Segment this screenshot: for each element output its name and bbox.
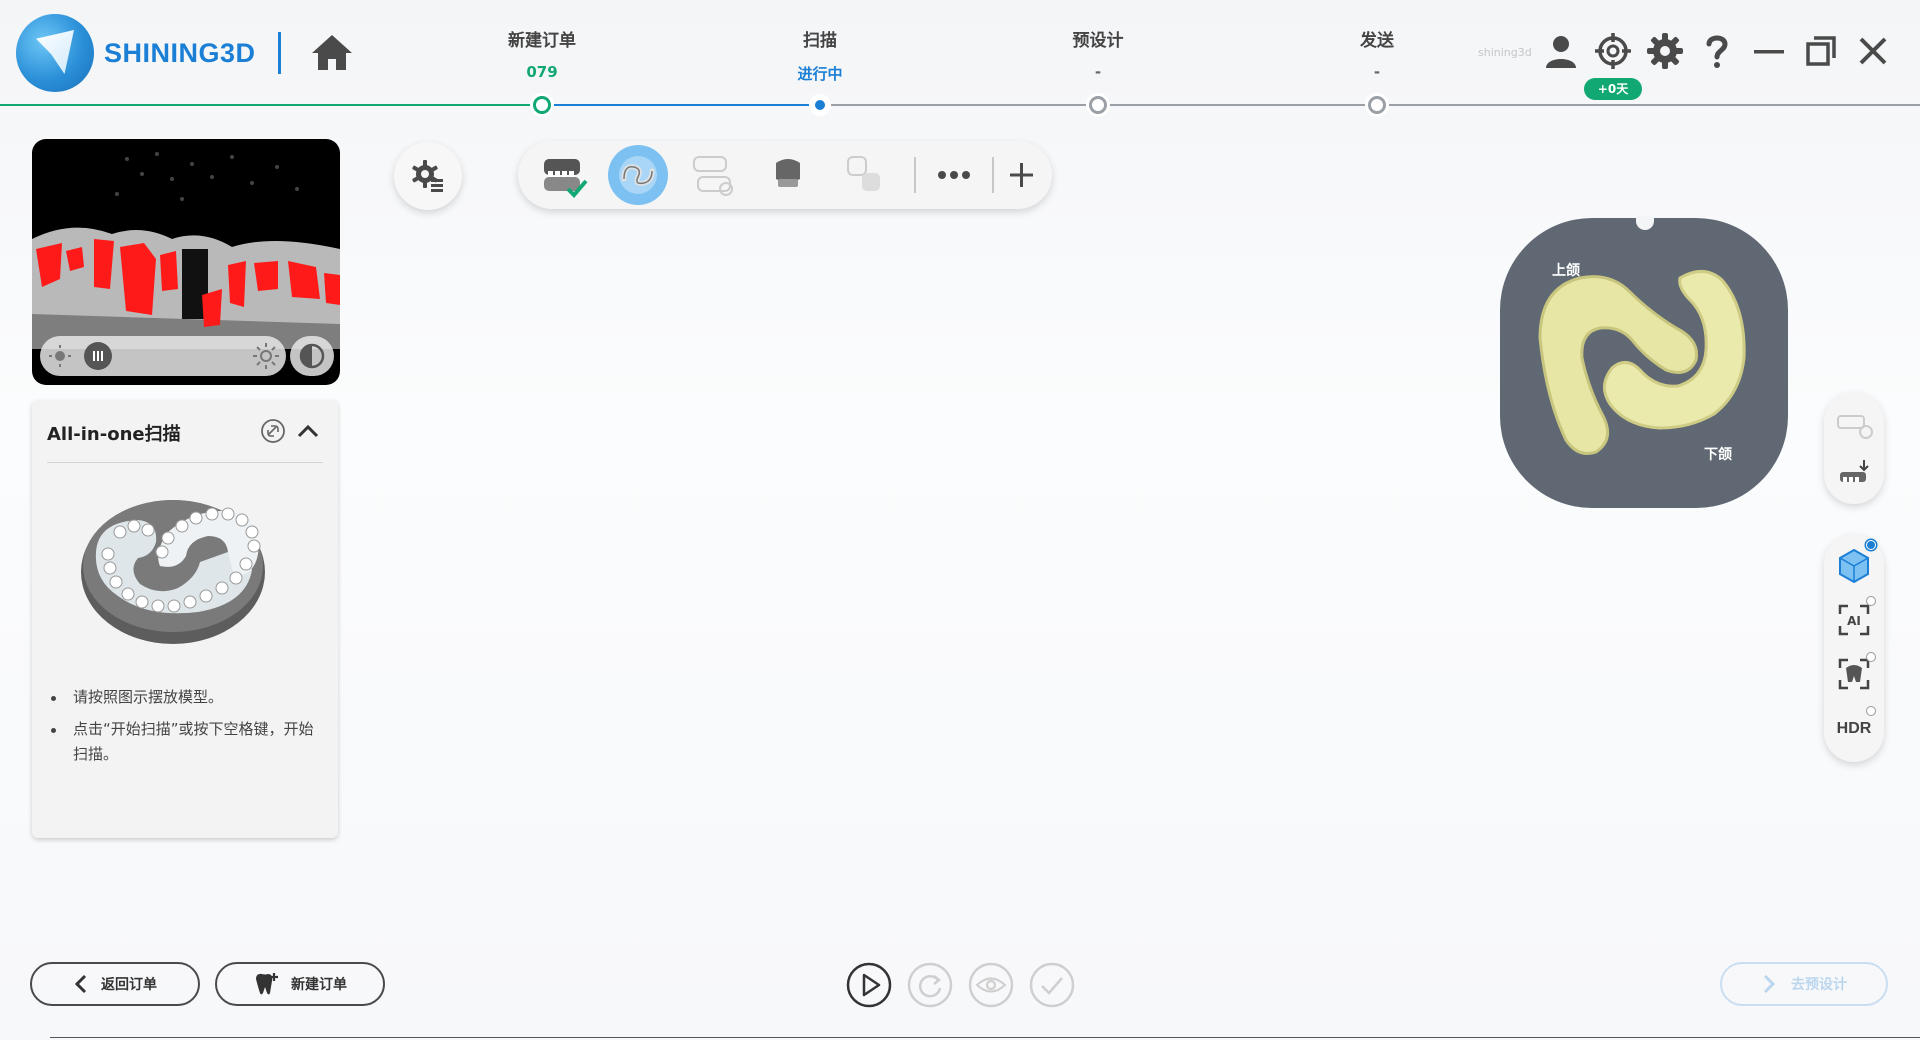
- texture-scan-icon[interactable]: [1834, 546, 1874, 586]
- user-icon[interactable]: [1542, 32, 1580, 70]
- back-to-order-button[interactable]: 返回订单: [30, 962, 200, 1006]
- gear-list-icon: [412, 160, 443, 192]
- step-title: 新建订单: [508, 31, 576, 51]
- instruction-list: 请按照图示摆放模型。 点击“开始扫描”或按下空格键，开始扫描。: [47, 685, 327, 774]
- camera-live-view: [32, 139, 340, 385]
- add-icon[interactable]: [996, 149, 1048, 201]
- brightness-low-icon: [49, 345, 71, 367]
- step-predesign[interactable]: 预设计 -: [1018, 26, 1178, 81]
- chevron-up-icon[interactable]: [296, 420, 320, 442]
- contrast-button[interactable]: [290, 336, 334, 376]
- scan-info-card: All-in-one扫描 请按照图示摆放模型。 点击“开始扫描”或按下空格键，开…: [32, 400, 338, 838]
- ai-indicator: [1866, 596, 1876, 606]
- step-title: 扫描: [803, 31, 837, 51]
- header-bar: SHINING3D 新建订单 079 扫描 进行中 预设计 - 发送 - shi…: [0, 0, 1920, 114]
- step-status: -: [1094, 63, 1102, 81]
- smart-tooth-indicator: [1866, 652, 1876, 662]
- order-number: 079: [526, 63, 558, 81]
- tooth-add-icon: [256, 973, 278, 995]
- new-order-button[interactable]: 新建订单: [215, 962, 385, 1006]
- svg-text:AI: AI: [1847, 614, 1861, 628]
- upper-lower-scan-icon[interactable]: [686, 149, 738, 201]
- back-to-order-label: 返回订单: [101, 977, 157, 993]
- step-dot-done: [533, 96, 551, 114]
- days-badge: +0天: [1584, 78, 1642, 100]
- step-title: 预设计: [1072, 31, 1124, 51]
- ai-scan-icon[interactable]: AI: [1834, 600, 1874, 640]
- toolbar-divider: [992, 157, 994, 193]
- step-dot-pending: [1368, 96, 1386, 114]
- help-icon[interactable]: [1698, 32, 1736, 70]
- minimize-icon[interactable]: [1750, 32, 1788, 70]
- step-status: -: [1373, 63, 1381, 81]
- hdr-toggle[interactable]: HDR: [1832, 720, 1876, 738]
- gear-icon[interactable]: [1646, 32, 1684, 70]
- step-dot-active: [812, 97, 828, 113]
- finish-scan-button[interactable]: [1029, 962, 1075, 1008]
- step-scan[interactable]: 扫描 进行中: [740, 26, 900, 84]
- step-new-order[interactable]: 新建订单 079: [462, 26, 622, 81]
- upper-jaw-label: 上颌: [1552, 263, 1580, 279]
- card-divider: [47, 462, 323, 463]
- impression-scan-icon[interactable]: [838, 149, 890, 201]
- all-in-one-mode-button[interactable]: [608, 145, 668, 205]
- go-to-predesign-button[interactable]: 去预设计: [1720, 962, 1888, 1006]
- link-icon[interactable]: [260, 418, 286, 444]
- erase-data-icon[interactable]: [1834, 406, 1874, 446]
- texture-active-indicator: [1866, 540, 1876, 550]
- step-title: 发送: [1360, 31, 1394, 51]
- contrast-icon: [299, 343, 325, 369]
- chevron-right-icon: [1763, 974, 1776, 994]
- user-name: shining3d: [1478, 46, 1532, 59]
- import-scan-icon[interactable]: [1834, 454, 1874, 494]
- toolbar-divider: [914, 157, 916, 193]
- slider-handle[interactable]: [84, 342, 112, 370]
- die-scan-icon[interactable]: [762, 149, 814, 201]
- hdr-indicator: [1866, 706, 1876, 716]
- model-placement-illustration: [81, 500, 265, 644]
- go-to-predesign-label: 去预设计: [1791, 977, 1847, 993]
- track-done: [0, 104, 542, 106]
- restore-icon[interactable]: [1802, 32, 1840, 70]
- bottom-border: [50, 1037, 1920, 1038]
- scan-options-pill: AI HDR: [1824, 534, 1884, 762]
- jaw-placement-preview: [1538, 270, 1746, 455]
- jaw-preview-panel: 上颌 下颌: [1500, 218, 1788, 508]
- step-status: 进行中: [797, 65, 843, 83]
- rescan-button[interactable]: [907, 962, 953, 1008]
- scan-mode-toolbar: [518, 141, 1052, 209]
- view-tools-pill: [1824, 392, 1884, 504]
- step-send[interactable]: 发送 -: [1297, 26, 1457, 81]
- start-scan-button[interactable]: [846, 962, 892, 1008]
- brightness-slider[interactable]: [40, 336, 286, 376]
- track-active: [542, 104, 820, 106]
- more-icon[interactable]: [928, 149, 980, 201]
- lower-jaw-label: 下颌: [1704, 447, 1732, 463]
- full-jaw-done-icon[interactable]: [538, 149, 590, 201]
- new-order-label: 新建订单: [291, 977, 347, 993]
- brightness-high-icon: [253, 343, 279, 369]
- scan-settings-button[interactable]: [394, 142, 462, 210]
- instruction-item: 点击“开始扫描”或按下空格键，开始扫描。: [47, 717, 327, 767]
- card-title: All-in-one扫描: [47, 424, 181, 445]
- close-icon[interactable]: [1854, 32, 1892, 70]
- all-in-one-icon: [619, 156, 657, 194]
- preview-eye-button[interactable]: [968, 962, 1014, 1008]
- instruction-item: 请按照图示摆放模型。: [47, 685, 327, 710]
- chevron-left-icon: [74, 974, 87, 994]
- crosshair-icon[interactable]: [1594, 32, 1632, 70]
- step-dot-pending: [1089, 96, 1107, 114]
